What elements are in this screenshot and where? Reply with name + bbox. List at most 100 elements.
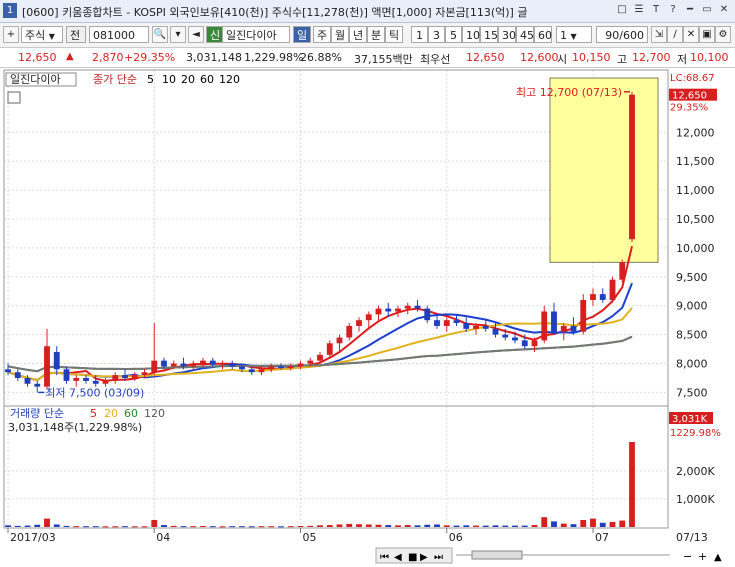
chevron-down-icon[interactable]: ▾ — [170, 26, 186, 43]
interval-1[interactable]: 1 — [411, 26, 428, 43]
volume-bar — [375, 524, 382, 527]
timeframe-weekly[interactable]: 주 — [313, 26, 331, 43]
speaker-icon[interactable]: ◄ — [188, 26, 204, 43]
low-price: 10,100 — [690, 51, 729, 64]
volume-bar — [307, 525, 314, 527]
timeframe-yearly[interactable]: 년 — [349, 26, 367, 43]
volume-bar — [541, 517, 548, 527]
candle-body — [463, 323, 470, 329]
stop-icon[interactable]: ■ — [408, 552, 417, 563]
interval-10[interactable]: 10 — [462, 26, 480, 43]
interval-45[interactable]: 45 — [516, 26, 534, 43]
candle-body — [580, 299, 587, 332]
volume-value: 3,031,148 — [186, 51, 242, 64]
play-icon[interactable]: ▶ — [420, 552, 428, 563]
interval-3[interactable]: 3 — [428, 26, 445, 43]
scroll-thumb[interactable] — [471, 550, 523, 560]
rewind-icon[interactable]: ⏮ — [380, 552, 389, 563]
zoom-in-icon[interactable]: + — [698, 550, 707, 563]
font-icon-button[interactable]: T — [649, 3, 663, 17]
timeframe-minute[interactable]: 분 — [367, 26, 385, 43]
high-price: 12,700 — [632, 51, 671, 64]
chevron-down-icon: ▼ — [48, 32, 55, 41]
time-tick-label: 07 — [595, 531, 609, 544]
volume-bar — [326, 525, 333, 527]
help-icon-button[interactable]: ? — [666, 3, 680, 17]
volume-bar — [83, 526, 89, 528]
volume-bar — [512, 525, 518, 527]
candle-body — [541, 311, 548, 341]
volume-bar — [599, 522, 606, 527]
ma-period-60: 60 — [200, 73, 214, 86]
volume-bar — [268, 526, 275, 528]
volume-tick-label: 2,000K — [676, 465, 715, 478]
window-number: 1 — [3, 3, 17, 18]
menu-icon-button[interactable]: ☰ — [632, 3, 646, 17]
toolbar: + 주식 ▼ 전 081000 🔍 ▾ ◄ 신 일진다이아 일 주 월 년 분 … — [0, 23, 735, 48]
candle-body — [229, 363, 236, 367]
interval-30[interactable]: 30 — [498, 26, 516, 43]
zoom-out-icon[interactable]: − — [683, 550, 692, 563]
candle-body — [14, 372, 21, 378]
open-price: 10,150 — [572, 51, 611, 64]
lc-label: LC:68.67 — [670, 73, 715, 84]
interval-select[interactable]: 1 ▼ — [556, 26, 592, 43]
volume-bar — [287, 526, 294, 528]
candle-body — [112, 375, 119, 381]
interval-15[interactable]: 15 — [480, 26, 498, 43]
volume-bar — [112, 526, 119, 528]
candle-body — [590, 294, 596, 300]
play-back-icon[interactable]: ◀ — [394, 552, 402, 563]
period-badge[interactable]: 일 — [293, 26, 311, 43]
maximize-button[interactable]: ▭ — [700, 3, 714, 17]
candle-body — [63, 369, 70, 381]
volume-bar — [161, 525, 167, 527]
volume-bar — [404, 525, 411, 527]
minimize-button[interactable]: ━ — [683, 3, 697, 17]
window-icon-button[interactable]: □ — [615, 3, 629, 17]
volume-tick-label: 1,000K — [676, 493, 715, 506]
close-button[interactable]: ✕ — [717, 3, 731, 17]
count-input[interactable]: 90/600 — [596, 26, 648, 43]
volume-bar — [34, 524, 41, 527]
low-label: 저 — [677, 53, 688, 66]
timeframe-monthly[interactable]: 월 — [331, 26, 349, 43]
search-icon[interactable]: 🔍 — [152, 26, 168, 43]
time-tick-label: 2017/03 — [10, 531, 56, 544]
candle-body — [170, 363, 177, 367]
grid-toggle-icon[interactable] — [7, 91, 21, 104]
tools-icon[interactable]: ∕ — [667, 26, 683, 43]
interval-5[interactable]: 5 — [445, 26, 462, 43]
ma-period-10: 10 — [162, 73, 176, 86]
vol-ma-120: 120 — [144, 407, 165, 420]
candle-body — [44, 346, 50, 387]
candle-body — [122, 375, 128, 378]
ma-period-120: 120 — [219, 73, 240, 86]
candle-body — [297, 363, 304, 367]
market-select[interactable]: 주식 ▼ — [21, 26, 63, 43]
chart-area[interactable]: 일진다이아 종가 단순 5 10 20 60 120 최고 12,700 (07… — [0, 68, 735, 567]
volume-bar — [278, 526, 284, 528]
volume-bar — [122, 526, 128, 528]
time-tick-label: 06 — [449, 531, 463, 544]
volume-bar — [248, 526, 255, 528]
fast-forward-icon[interactable]: ⏭ — [434, 552, 443, 563]
volume-bar — [560, 523, 567, 527]
volume-bar — [395, 525, 401, 527]
volume-bar — [239, 526, 245, 528]
save-icon[interactable]: ▣ — [699, 26, 715, 43]
code-input[interactable]: 081000 — [89, 26, 149, 43]
interval-60[interactable]: 60 — [534, 26, 552, 43]
window-controls: □ ☰ T ? ━ ▭ ✕ — [615, 3, 731, 17]
expand-icon[interactable]: ⇲ — [651, 26, 667, 43]
add-icon[interactable]: + — [3, 26, 19, 43]
crosshair-icon[interactable]: ✕ — [683, 26, 699, 43]
scroll-end-icon[interactable]: ▲ — [714, 552, 722, 563]
timeframe-tick[interactable]: 틱 — [385, 26, 403, 43]
volume-bar — [180, 526, 187, 528]
candle-body — [629, 94, 635, 240]
min-price-annotation: 최저 7,500 (03/09) — [45, 386, 144, 399]
settings-icon[interactable]: ⚙ — [715, 26, 731, 43]
period-type-button[interactable]: 전 — [66, 26, 86, 43]
volume-pct: 1,229.98% — [244, 51, 304, 64]
